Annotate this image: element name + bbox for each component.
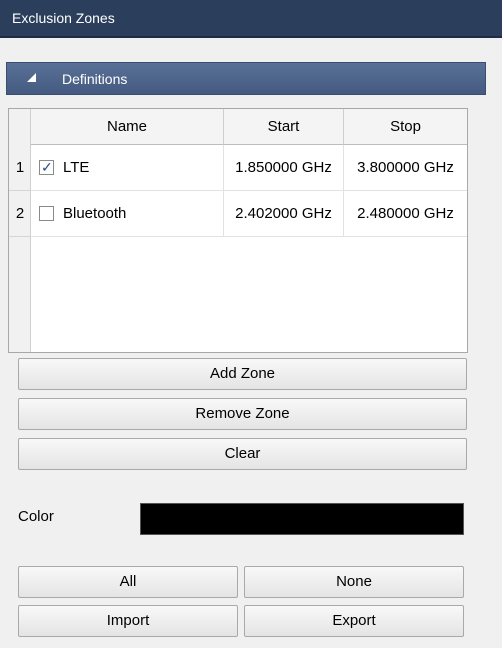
table-row-name-cell[interactable]: LTE (31, 145, 224, 191)
row-number: 2 (9, 191, 31, 237)
column-header-name[interactable]: Name (31, 109, 224, 145)
import-button[interactable]: Import (18, 605, 238, 637)
clear-button[interactable]: Clear (18, 438, 467, 470)
window-titlebar: Exclusion Zones (0, 0, 502, 38)
remove-zone-button[interactable]: Remove Zone (18, 398, 467, 430)
add-zone-button[interactable]: Add Zone (18, 358, 467, 390)
definitions-section-header[interactable]: Definitions (6, 62, 486, 95)
table-row-name-cell[interactable]: Bluetooth (31, 191, 224, 237)
column-header-stop[interactable]: Stop (344, 109, 467, 145)
section-label: Definitions (62, 71, 128, 87)
zone-stop[interactable]: 2.480000 GHz (344, 191, 467, 237)
zones-table: Name Start Stop 1 LTE 1.850000 GHz 3.800… (8, 108, 468, 353)
color-swatch[interactable] (140, 503, 464, 535)
zone-start[interactable]: 1.850000 GHz (224, 145, 344, 191)
select-all-button[interactable]: All (18, 566, 238, 598)
zone-enabled-checkbox[interactable] (39, 159, 54, 175)
window-title: Exclusion Zones (12, 10, 115, 26)
zone-name: Bluetooth (63, 205, 127, 222)
row-number: 1 (9, 145, 31, 191)
select-none-button[interactable]: None (244, 566, 464, 598)
export-button[interactable]: Export (244, 605, 464, 637)
zone-start[interactable]: 2.402000 GHz (224, 191, 344, 237)
collapse-triangle-icon[interactable] (27, 73, 36, 82)
zone-enabled-checkbox[interactable] (39, 206, 54, 221)
column-header-start[interactable]: Start (224, 109, 344, 145)
zone-name: LTE (63, 159, 90, 176)
zone-stop[interactable]: 3.800000 GHz (344, 145, 467, 191)
color-label: Color (18, 508, 54, 525)
